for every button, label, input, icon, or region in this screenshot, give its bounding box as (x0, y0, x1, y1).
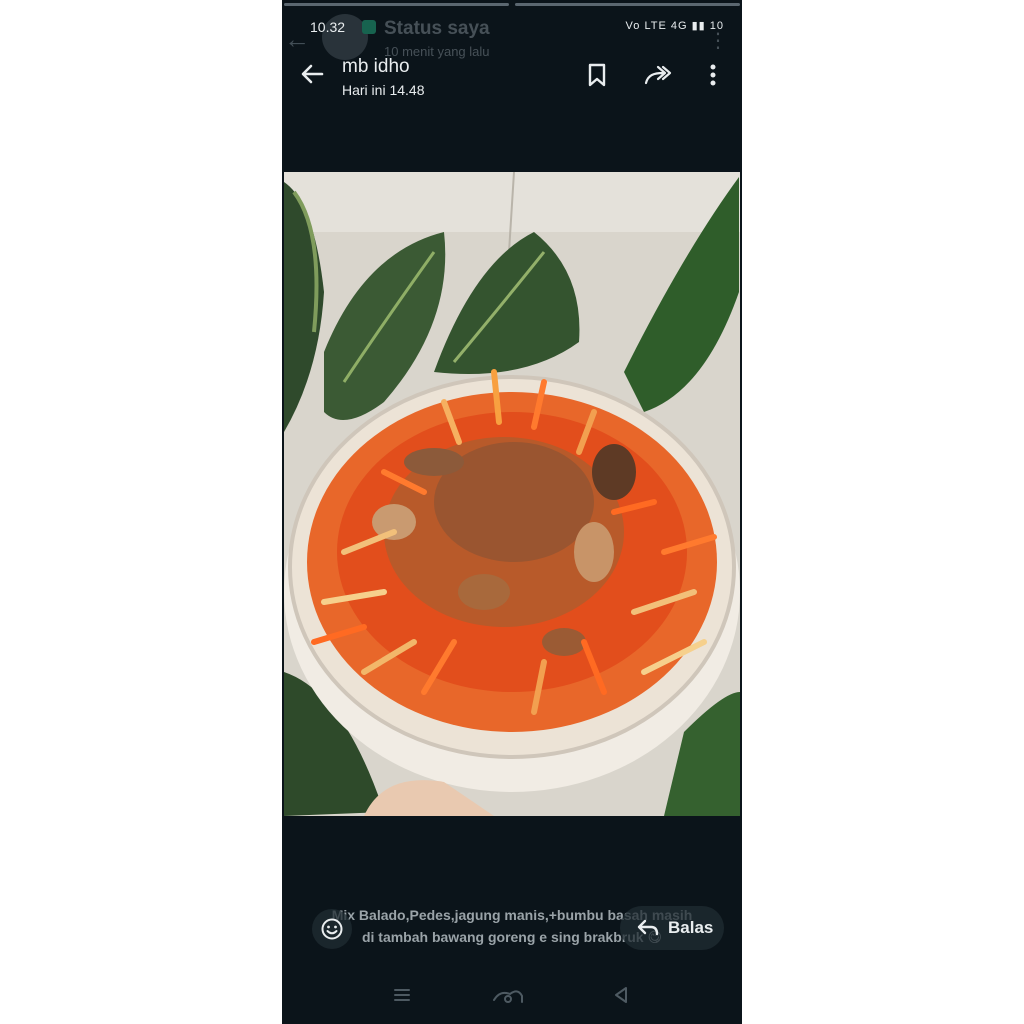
status-progress-bars (284, 3, 740, 6)
smiley-icon (321, 918, 343, 940)
progress-segment (515, 3, 740, 6)
reply-icon (637, 919, 659, 936)
back-triangle-icon (615, 987, 627, 1003)
forward-icon (644, 65, 672, 85)
status-viewer: ← Status saya 10 menit yang lalu ⋮ 10.32… (282, 0, 742, 1024)
signal-battery-icons: Vo LTE 4G ▮▮ 10 (625, 20, 724, 32)
reply-label: Balas (668, 918, 714, 937)
system-status-bar: 10.32 Vo LTE 4G ▮▮ 10 (282, 17, 742, 39)
system-navigation-bar (282, 972, 742, 1024)
contact-name[interactable]: mb idho (342, 56, 410, 78)
status-timestamp: Hari ini 14.48 (342, 82, 425, 98)
home-button[interactable] (492, 986, 528, 1011)
recents-icon (394, 989, 410, 1001)
forward-button[interactable] (643, 60, 673, 90)
back-button[interactable] (296, 58, 328, 90)
more-vert-icon (710, 64, 716, 86)
reply-button[interactable]: Balas (620, 906, 724, 950)
clock: 10.32 (310, 19, 346, 35)
status-photo (284, 172, 740, 816)
recents-button[interactable] (392, 986, 412, 1009)
more-options-button[interactable] (698, 60, 728, 90)
progress-segment (284, 3, 509, 6)
food-photo-illustration (284, 172, 740, 816)
back-arrow-icon (301, 64, 324, 84)
home-icon (493, 990, 523, 1003)
bookmark-button[interactable] (582, 60, 612, 90)
emoji-button[interactable] (312, 909, 352, 949)
status-header: mb idho Hari ini 14.48 (282, 52, 742, 112)
back-nav-button[interactable] (612, 986, 630, 1009)
bookmark-icon (588, 63, 606, 87)
